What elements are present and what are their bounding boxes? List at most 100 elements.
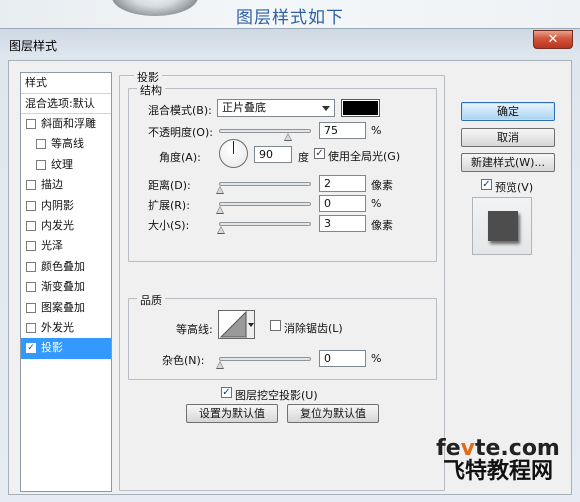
style-item[interactable]: 图案叠加 (21, 298, 111, 318)
style-item-checkbox[interactable]: ✓ (26, 343, 36, 354)
opacity-slider-thumb[interactable] (284, 133, 292, 141)
size-input[interactable]: 3 (319, 215, 366, 232)
watermark-url: fevte.com (436, 436, 560, 461)
spread-slider[interactable] (219, 202, 311, 206)
banner: 图层样式如下 (0, 0, 580, 28)
noise-slider[interactable] (219, 357, 311, 361)
style-item-checkbox[interactable] (26, 200, 36, 211)
style-item-checkbox[interactable] (26, 220, 36, 231)
distance-slider-thumb[interactable] (216, 186, 224, 194)
spread-input[interactable]: 0 (319, 195, 366, 212)
size-unit: 像素 (371, 219, 393, 232)
style-preview (472, 197, 532, 255)
knockout-label[interactable]: 图层挖空投影(U) (235, 387, 318, 403)
style-item[interactable]: 描边 (21, 175, 111, 195)
distance-slider[interactable] (219, 182, 311, 186)
style-item-label: 内发光 (41, 218, 74, 232)
global-light-checkbox[interactable]: ✓ (314, 148, 325, 159)
style-item[interactable]: 内发光 (21, 216, 111, 236)
reset-default-button[interactable]: 复位为默认值 (287, 404, 379, 423)
contour-dropdown-arrow[interactable] (246, 311, 254, 338)
noise-input[interactable]: 0 (319, 350, 366, 367)
style-item-checkbox[interactable] (26, 282, 36, 293)
style-item-checkbox[interactable] (36, 159, 46, 170)
style-item[interactable]: 颜色叠加 (21, 257, 111, 277)
style-item-checkbox[interactable] (26, 261, 36, 272)
noise-label: 杂色(N): (162, 354, 205, 367)
title-bar[interactable]: 图层样式 ✕ (0, 29, 580, 59)
blend-mode-label: 混合模式(B): (148, 104, 212, 117)
style-item[interactable]: 斜面和浮雕 (21, 114, 111, 134)
size-slider[interactable] (219, 222, 311, 226)
style-item-label: 等高线 (51, 137, 84, 151)
opacity-input[interactable]: 75 (319, 122, 366, 139)
contour-picker[interactable] (218, 310, 255, 339)
style-item-label: 投影 (41, 341, 63, 355)
style-item[interactable]: 渐变叠加 (21, 277, 111, 297)
dialog-client: 样式 混合选项:默认 斜面和浮雕等高线纹理描边内阴影内发光光泽颜色叠加渐变叠加图… (8, 60, 572, 495)
distance-label: 距离(D): (148, 179, 191, 192)
style-item-label: 斜面和浮雕 (41, 117, 96, 130)
noise-slider-thumb[interactable] (216, 361, 224, 369)
knockout-checkbox[interactable]: ✓ (221, 387, 232, 398)
spread-slider-thumb[interactable] (216, 206, 224, 214)
style-item-checkbox[interactable] (26, 119, 36, 129)
style-item[interactable]: 光泽 (21, 236, 111, 256)
anti-alias-checkbox[interactable] (270, 320, 281, 331)
style-item[interactable]: 等高线 (21, 134, 111, 154)
contour-linear-icon (220, 311, 247, 338)
style-item-checkbox[interactable] (26, 302, 36, 313)
preview-swatch (488, 211, 518, 241)
angle-label: 角度(A): (159, 151, 201, 164)
angle-input[interactable]: 90 (254, 146, 292, 163)
close-button[interactable]: ✕ (533, 30, 573, 49)
opacity-slider[interactable] (219, 129, 311, 133)
angle-dial-needle (233, 141, 234, 154)
style-item-label: 纹理 (51, 157, 73, 171)
size-label: 大小(S): (148, 219, 190, 232)
style-item-label: 光泽 (41, 239, 63, 253)
distance-input[interactable]: 2 (319, 175, 366, 192)
structure-group: 结构 混合模式(B): 正片叠底 不透明度(O): 75 % 角度(A): 90… (128, 82, 437, 262)
preview-label[interactable]: 预览(V) (495, 179, 533, 195)
shadow-color-swatch[interactable] (341, 99, 380, 117)
ok-button[interactable]: 确定 (461, 102, 555, 121)
watermark: fevte.com 飞特教程网 (418, 438, 578, 484)
styles-list: 样式 混合选项:默认 斜面和浮雕等高线纹理描边内阴影内发光光泽颜色叠加渐变叠加图… (20, 72, 112, 492)
style-item-checkbox[interactable] (26, 241, 36, 252)
structure-title: 结构 (137, 82, 165, 98)
style-item[interactable]: ✓ 投影 (21, 338, 111, 359)
style-item-label: 外发光 (41, 320, 74, 334)
blend-options-item[interactable]: 混合选项:默认 (21, 94, 111, 114)
style-item-checkbox[interactable] (26, 322, 36, 333)
style-item[interactable]: 内阴影 (21, 196, 111, 216)
spread-unit: % (371, 197, 382, 210)
preview-checkbox[interactable]: ✓ (481, 179, 492, 190)
new-style-button[interactable]: 新建样式(W)... (461, 153, 555, 172)
drop-shadow-group: 投影 结构 混合模式(B): 正片叠底 不透明度(O): 75 % 角度(A): (119, 69, 445, 491)
angle-dial[interactable] (219, 139, 248, 168)
banner-title: 图层样式如下 (236, 8, 344, 28)
style-item-checkbox[interactable] (26, 180, 36, 191)
blend-mode-value: 正片叠底 (222, 101, 266, 114)
style-item-checkbox[interactable] (36, 139, 46, 150)
cancel-button[interactable]: 取消 (461, 128, 555, 147)
anti-alias-label[interactable]: 消除锯齿(L) (284, 320, 343, 336)
styles-header[interactable]: 样式 (21, 73, 111, 94)
style-item[interactable]: 外发光 (21, 318, 111, 338)
quality-title: 品质 (137, 292, 165, 308)
watermark-site-name: 飞特教程网 (442, 459, 553, 484)
style-item-label: 描边 (41, 178, 63, 192)
blend-mode-select[interactable]: 正片叠底 (217, 99, 335, 117)
style-item[interactable]: 纹理 (21, 155, 111, 175)
style-items: 斜面和浮雕等高线纹理描边内阴影内发光光泽颜色叠加渐变叠加图案叠加外发光 ✓ 投影 (21, 114, 111, 359)
set-default-button[interactable]: 设置为默认值 (186, 404, 278, 423)
shadow-color-fill (343, 101, 378, 115)
global-light-label[interactable]: 使用全局光(G) (328, 148, 400, 164)
spread-label: 扩展(R): (148, 199, 190, 212)
opacity-unit: % (371, 124, 382, 137)
size-slider-thumb[interactable] (217, 226, 225, 234)
style-item-label: 图案叠加 (41, 300, 85, 314)
angle-unit: 度 (298, 151, 309, 164)
style-item-label: 颜色叠加 (41, 259, 85, 273)
